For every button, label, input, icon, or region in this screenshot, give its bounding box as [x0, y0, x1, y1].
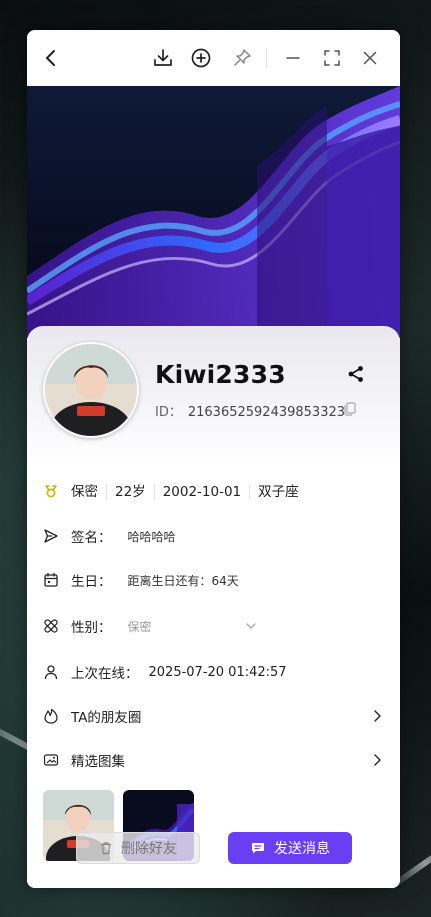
- user-id-value: 2163652592439853323: [187, 405, 346, 420]
- moments-label: TA的朋友圈: [71, 710, 142, 726]
- close-icon: [363, 51, 377, 65]
- user-id: ID： 2163652592439853323: [155, 401, 345, 420]
- tag-gender: 保密: [71, 484, 98, 500]
- profile-tags-row: 保密 22岁 2002-10-01 双子座: [43, 480, 383, 504]
- birthday-value: 距离生日还有：64天: [127, 573, 239, 588]
- user-id-label: ID：: [155, 405, 182, 420]
- gender-neutral-icon: [43, 484, 59, 500]
- download-icon: [154, 49, 172, 66]
- last-online-value: 2025-07-20 01:42:57: [148, 664, 287, 680]
- birthday-label: 生日：: [71, 574, 112, 590]
- maximize-icon: [324, 50, 340, 66]
- tag-zodiac: 双子座: [249, 484, 307, 500]
- share-icon: [348, 366, 363, 382]
- tag-birthdate: 2002-10-01: [153, 484, 249, 500]
- signature-row: 签名： 哈哈哈哈: [43, 524, 383, 548]
- calendar-icon: [43, 572, 59, 588]
- copy-icon: [344, 402, 356, 416]
- signature-value: 哈哈哈哈: [127, 529, 176, 544]
- send-message-label: 发送消息: [274, 841, 330, 857]
- chevron-left-icon: [46, 50, 55, 66]
- copy-id-button[interactable]: [342, 400, 358, 416]
- profile-card: Kiwi2333 ID： 2163652592439853323 保密 22岁 2…: [27, 326, 400, 888]
- close-button[interactable]: [358, 46, 382, 70]
- gender-select[interactable]: 保密: [128, 618, 152, 635]
- last-online-row: 上次在线： 2025-07-20 01:42:57: [43, 660, 383, 684]
- moments-icon: [43, 708, 59, 724]
- bandage-icon: [43, 618, 59, 634]
- titlebar: [27, 30, 400, 86]
- gallery-row[interactable]: 精选图集: [43, 748, 383, 772]
- gallery-icon: [43, 752, 59, 768]
- profile-window: Kiwi2333 ID： 2163652592439853323 保密 22岁 2…: [27, 30, 400, 888]
- pin-icon: [234, 49, 251, 66]
- send-message-button[interactable]: 发送消息: [228, 832, 352, 864]
- signature-label: 签名：: [71, 530, 112, 546]
- trash-icon: [101, 842, 111, 855]
- share-button[interactable]: [346, 364, 366, 384]
- moments-row[interactable]: TA的朋友圈: [43, 704, 383, 728]
- birthday-row: 生日： 距离生日还有：64天: [43, 568, 383, 592]
- tag-age: 22岁: [106, 484, 154, 500]
- gallery-label: 精选图集: [71, 754, 125, 770]
- titlebar-divider: [266, 48, 267, 68]
- message-icon: [252, 843, 264, 854]
- delete-friend-label: 删除好友: [121, 841, 177, 857]
- download-button[interactable]: [151, 46, 175, 70]
- pin-button[interactable]: [230, 46, 254, 70]
- add-button[interactable]: [189, 46, 213, 70]
- back-button[interactable]: [39, 46, 63, 70]
- chevron-down-icon[interactable]: [244, 619, 258, 633]
- username: Kiwi2333: [155, 360, 286, 389]
- gender-label: 性别：: [71, 620, 112, 636]
- minimize-icon: [286, 57, 300, 59]
- avatar[interactable]: [43, 342, 139, 438]
- last-online-label: 上次在线：: [71, 666, 139, 682]
- plus-circle-icon: [191, 48, 211, 68]
- minimize-button[interactable]: [281, 46, 305, 70]
- profile-banner-image: [27, 86, 400, 338]
- delete-friend-button[interactable]: 删除好友: [76, 832, 200, 864]
- send-arrow-icon: [43, 528, 59, 544]
- gender-row: 性别： 保密: [43, 614, 383, 638]
- chevron-right-icon: [369, 708, 385, 724]
- maximize-button[interactable]: [320, 46, 344, 70]
- user-icon: [43, 664, 59, 680]
- chevron-right-icon: [369, 752, 385, 768]
